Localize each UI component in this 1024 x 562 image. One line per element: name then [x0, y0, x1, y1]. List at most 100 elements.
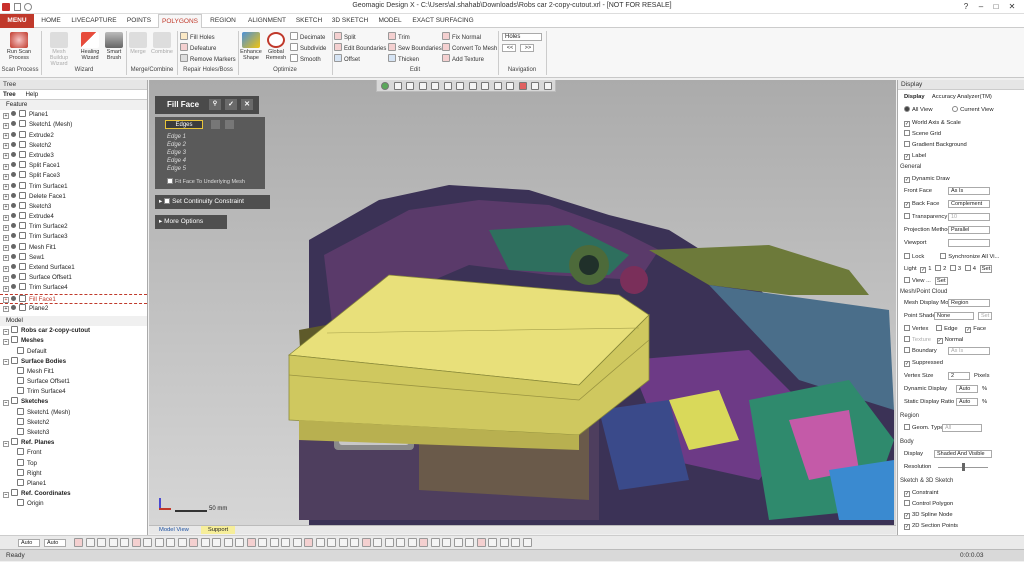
- back-face-select[interactable]: Complement: [948, 200, 990, 208]
- suppressed-checkbox[interactable]: ✓: [904, 361, 910, 367]
- feature-item[interactable]: + Extrude2: [0, 130, 147, 141]
- suppressed-option[interactable]: ✓ Suppressed: [904, 358, 943, 368]
- feature-item[interactable]: + Trim Surface1: [0, 181, 147, 192]
- feature-item[interactable]: + Sketch3: [0, 201, 147, 212]
- trim-button[interactable]: Trim: [388, 32, 410, 42]
- selection-tool-icon[interactable]: [166, 538, 175, 547]
- expand-icon[interactable]: +: [3, 306, 9, 313]
- feature-item[interactable]: + Extrude4: [0, 212, 147, 222]
- collapse-icon[interactable]: −: [3, 440, 9, 447]
- preview-icon[interactable]: ⚲: [209, 99, 221, 110]
- light-1-checkbox[interactable]: ✓: [920, 267, 927, 273]
- selection-tool-icon[interactable]: [120, 538, 129, 547]
- visibility-icon[interactable]: [11, 111, 16, 117]
- healing-wizard-button[interactable]: Healing Wizard: [77, 32, 103, 61]
- selection-tool-icon[interactable]: [74, 538, 83, 547]
- selection-tool-icon[interactable]: [154, 538, 164, 547]
- feature-item[interactable]: + Trim Surface3: [0, 232, 147, 242]
- selection-tool-icon[interactable]: [189, 538, 198, 547]
- expand-icon[interactable]: +: [3, 204, 9, 211]
- menu-3d-sketch[interactable]: 3D SKETCH: [328, 14, 372, 28]
- collapse-icon[interactable]: −: [3, 399, 9, 406]
- selection-tool-icon[interactable]: [235, 538, 244, 547]
- vertex-checkbox[interactable]: [904, 325, 910, 331]
- model-item[interactable]: Sketch3: [0, 428, 147, 438]
- tab-support[interactable]: Support: [201, 526, 235, 534]
- menu-sketch[interactable]: SKETCH: [293, 14, 325, 28]
- edge-item[interactable]: Edge 3: [167, 149, 217, 157]
- model-item[interactable]: Front: [0, 448, 147, 458]
- model-item[interactable]: Default: [0, 346, 147, 357]
- back-face-checkbox[interactable]: ✓: [904, 202, 910, 208]
- selection-tool-icon[interactable]: [488, 538, 497, 547]
- selection-tool-icon[interactable]: [407, 538, 417, 547]
- maximize-icon[interactable]: □: [990, 1, 1002, 12]
- visibility-icon[interactable]: [11, 213, 16, 219]
- add-texture-button[interactable]: Add Texture: [442, 54, 484, 64]
- view-tool-icon[interactable]: [418, 82, 427, 90]
- offset-button[interactable]: Offset: [334, 54, 360, 64]
- spline-node-option[interactable]: ✓ 3D Spline Node: [904, 510, 953, 520]
- dynamic-draw-checkbox[interactable]: ✓: [904, 177, 910, 183]
- thicken-button[interactable]: Thicken: [388, 54, 419, 64]
- constraint-checkbox[interactable]: ✓: [904, 491, 910, 497]
- selection-tool-icon[interactable]: [292, 538, 302, 547]
- visibility-icon[interactable]: [11, 233, 16, 239]
- feature-item[interactable]: + Plane2: [0, 303, 147, 314]
- visibility-icon[interactable]: [11, 243, 16, 249]
- undo-select-icon[interactable]: [225, 120, 234, 129]
- feature-item[interactable]: + Trim Surface2: [0, 222, 147, 232]
- tab-help[interactable]: Help: [25, 91, 38, 98]
- tab-model-view[interactable]: Model View: [159, 526, 189, 534]
- expand-icon[interactable]: +: [3, 245, 9, 252]
- selection-tool-icon[interactable]: [430, 538, 440, 547]
- menu-livecapture[interactable]: LIVECAPTURE: [70, 14, 118, 28]
- view-tool-icon[interactable]: [406, 82, 414, 90]
- fix-normal-button[interactable]: Fix Normal: [442, 32, 481, 42]
- model-item[interactable]: − Robs car 2-copy-cutout: [0, 326, 147, 336]
- minimize-icon[interactable]: –: [975, 1, 987, 12]
- view-tool-icon[interactable]: [531, 82, 539, 90]
- feature-item[interactable]: + Trim Surface4: [0, 283, 147, 293]
- section-points-checkbox[interactable]: ✓: [904, 524, 910, 530]
- model-item[interactable]: Surface Offset1: [0, 377, 147, 387]
- view-tool-icon[interactable]: [381, 82, 389, 90]
- model-item[interactable]: − Sketches: [0, 397, 147, 407]
- visibility-icon[interactable]: [11, 162, 16, 168]
- model-item[interactable]: Trim Surface4: [0, 387, 147, 397]
- visibility-icon[interactable]: [11, 131, 16, 137]
- selection-tool-icon[interactable]: [281, 538, 290, 547]
- view-tool-icon[interactable]: [393, 82, 402, 90]
- point-shader-set-button[interactable]: Set: [978, 312, 992, 320]
- resolution-slider-handle[interactable]: [962, 463, 965, 471]
- view-tool-icon[interactable]: [456, 82, 464, 90]
- projection-select[interactable]: Parallel: [948, 226, 990, 234]
- selection-tool-icon[interactable]: [108, 538, 118, 547]
- back-face-option[interactable]: ✓ Back Face: [904, 199, 939, 209]
- model-item[interactable]: − Ref. Coordinates: [0, 489, 147, 499]
- static-ratio-select[interactable]: Auto: [956, 398, 978, 406]
- body-display-select[interactable]: Shaded And Visible: [934, 450, 992, 458]
- visibility-icon[interactable]: [11, 304, 16, 310]
- view-tool-icon[interactable]: [443, 82, 452, 90]
- model-item[interactable]: Sketch1 (Mesh): [0, 407, 147, 418]
- subdivide-button[interactable]: Subdivide: [290, 43, 326, 53]
- menu-alignment[interactable]: ALIGNMENT: [244, 14, 290, 28]
- spline-node-checkbox[interactable]: ✓: [904, 513, 910, 519]
- visibility-icon[interactable]: [11, 151, 16, 157]
- selection-tool-icon[interactable]: [522, 538, 532, 547]
- edge-checkbox[interactable]: [936, 325, 943, 331]
- feature-item[interactable]: + Surface Offset1: [0, 273, 147, 283]
- selection-tool-icon[interactable]: [131, 538, 141, 547]
- fit-face-option[interactable]: Fit Face To Underlying Mesh: [167, 178, 245, 185]
- expand-icon[interactable]: +: [3, 112, 9, 119]
- edge-item[interactable]: Edge 1: [167, 133, 217, 141]
- run-scan-process-button[interactable]: Run Scan Process: [3, 32, 35, 61]
- viewport-select[interactable]: [948, 239, 990, 247]
- selection-tool-icon[interactable]: [511, 538, 520, 547]
- visibility-icon[interactable]: [11, 182, 16, 188]
- close-icon[interactable]: ✕: [1006, 1, 1018, 12]
- view-tool-icon[interactable]: [506, 82, 514, 90]
- selection-tool-icon[interactable]: [361, 538, 371, 547]
- constraint-option[interactable]: ✓ Constraint: [904, 488, 938, 498]
